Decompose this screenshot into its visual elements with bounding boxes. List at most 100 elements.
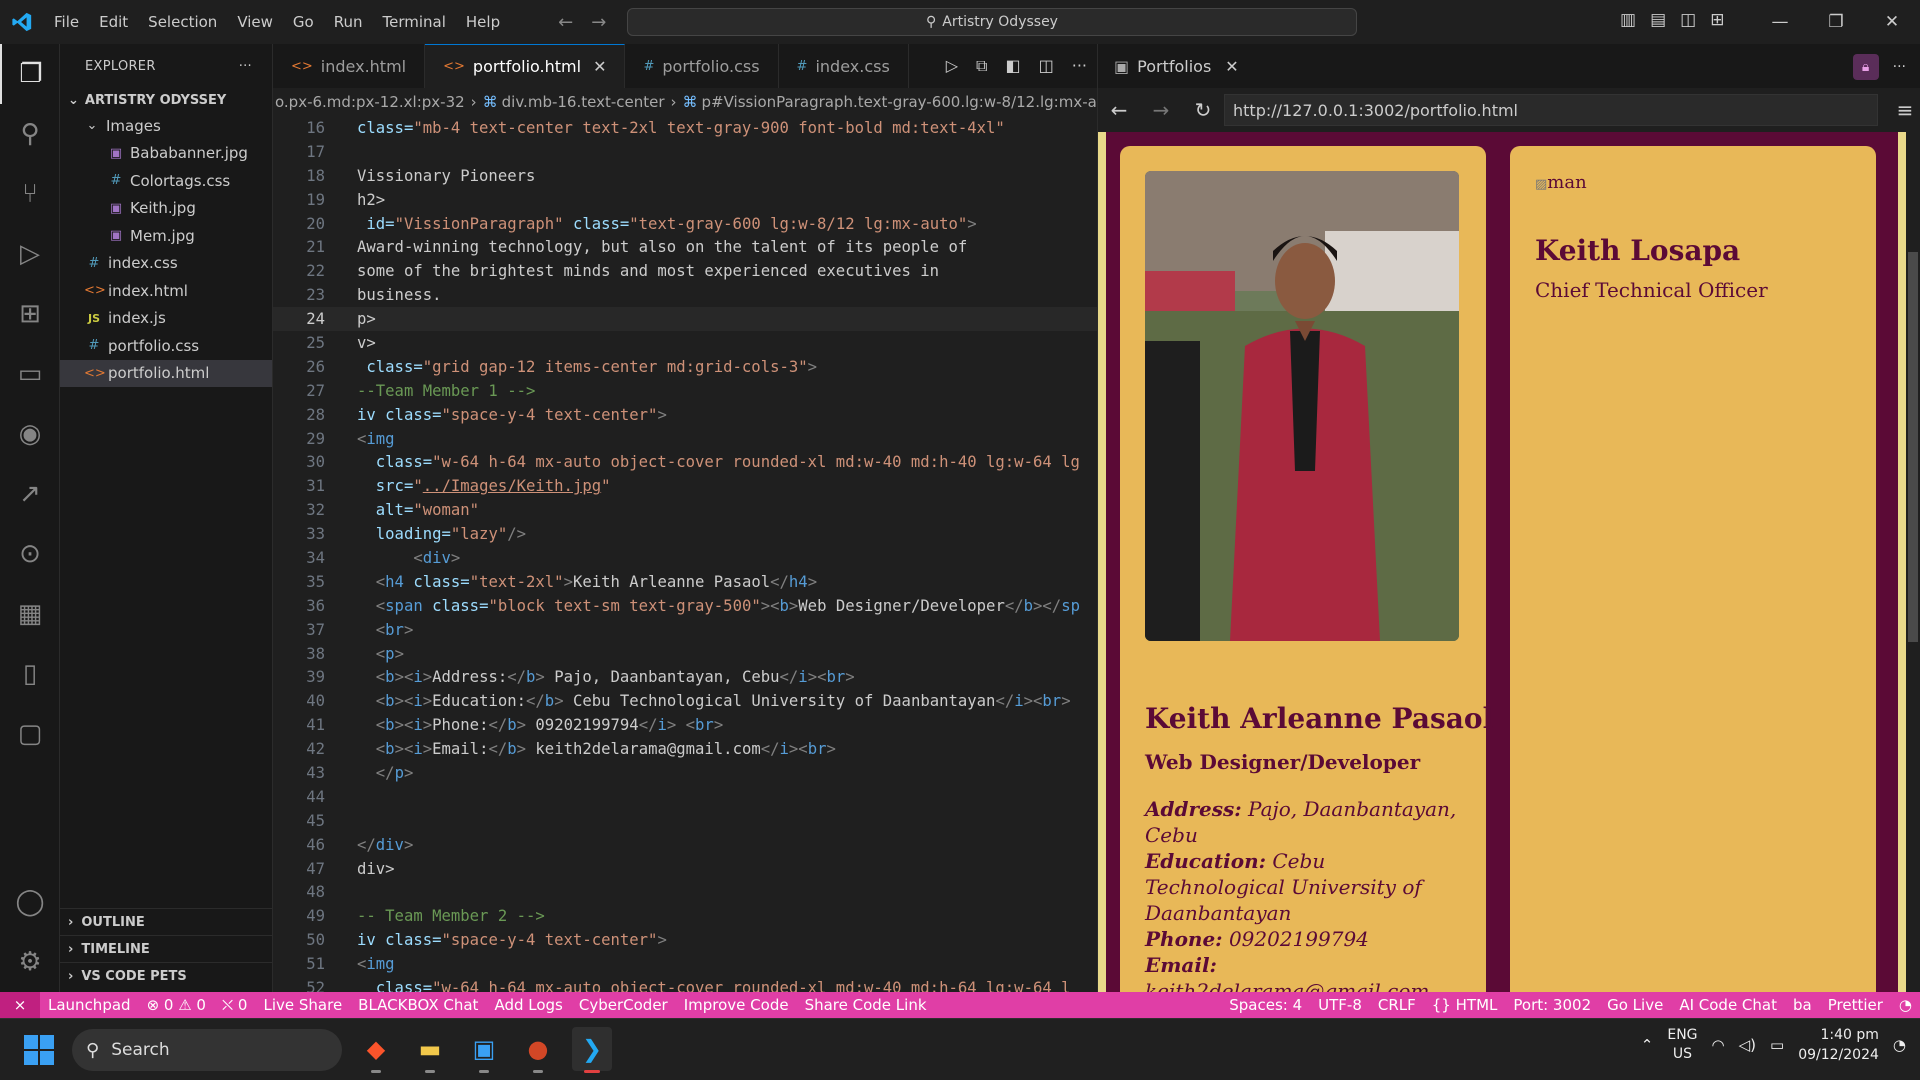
code-line[interactable]: 35 <h4 class="text-2xl">Keith Arleanne P… [273, 570, 1097, 594]
code-line[interactable]: 49 -- Team Member 2 --> [273, 904, 1097, 928]
status-item[interactable]: AI Code Chat [1671, 996, 1785, 1014]
code-line[interactable]: 48 [273, 881, 1097, 905]
volume-icon[interactable]: ◁) [1739, 1036, 1756, 1054]
close-icon[interactable]: ✕ [1864, 0, 1920, 44]
code-line[interactable]: 38 <p> [273, 642, 1097, 666]
customize-layout-icon[interactable]: ⊞ [1710, 10, 1724, 30]
more-actions-icon[interactable]: ··· [239, 59, 252, 74]
status-item[interactable]: Launchpad [40, 996, 139, 1014]
code-line[interactable]: 17 [273, 140, 1097, 164]
status-item[interactable]: Go Live [1599, 996, 1671, 1014]
code-line[interactable]: 24 p> [273, 307, 1097, 332]
reload-icon[interactable]: ↻ [1182, 98, 1224, 122]
file-item[interactable]: # Colortags.css [60, 167, 272, 195]
code-line[interactable]: 20 id="VissionParagraph" class="text-gra… [273, 212, 1097, 236]
forward-arrow-icon[interactable]: → [591, 12, 606, 33]
notebook-icon[interactable]: ▯ [0, 644, 60, 704]
code-line[interactable]: 16 class="mb-4 text-center text-2xl text-… [273, 116, 1097, 140]
source-control-icon[interactable]: ⑂ [0, 164, 60, 224]
file-item[interactable]: ▣ Bababanner.jpg [60, 140, 272, 168]
status-item[interactable]: Port: 3002 [1505, 996, 1599, 1014]
settings-gear-icon[interactable]: ⚙ [0, 932, 60, 992]
code-line[interactable]: 43 </p> [273, 761, 1097, 785]
code-line[interactable]: 21 Award-winning technology, but also on … [273, 235, 1097, 259]
tab-index-css[interactable]: # index.css [779, 44, 909, 88]
run-icon[interactable]: ▷ [946, 56, 958, 76]
workspace-folder[interactable]: ⌄ ARTISTRY ODYSSEY [60, 88, 272, 112]
file-item[interactable]: <> index.html [60, 277, 272, 305]
wifi-icon[interactable]: ◠ [1712, 1036, 1725, 1054]
status-item[interactable]: Add Logs [486, 996, 570, 1014]
clock[interactable]: 1:40 pm 09/12/2024 [1798, 1025, 1879, 1065]
code-line[interactable]: 42 <b><i>Email:</b> keith2delarama@gmail… [273, 737, 1097, 761]
menu-item[interactable]: File [44, 0, 89, 44]
code-line[interactable]: 32 alt="woman" [273, 498, 1097, 522]
status-item[interactable]: Live Share [255, 996, 350, 1014]
file-explorer-icon[interactable]: ▬ [410, 1027, 450, 1073]
status-item[interactable]: Improve Code [676, 996, 797, 1014]
code-line[interactable]: 45 [273, 809, 1097, 833]
status-item[interactable]: Share Code Link [797, 996, 935, 1014]
chevron-up-icon[interactable]: ⌃ [1641, 1036, 1654, 1054]
file-item[interactable]: <> portfolio.html [60, 359, 272, 387]
tab-portfolios[interactable]: ▣ Portfolios ✕ [1098, 44, 1255, 88]
more-actions-icon[interactable]: ··· [1072, 56, 1087, 76]
restore-icon[interactable]: ❐ [1808, 0, 1864, 44]
code-line[interactable]: 33 loading="lazy"/> [273, 522, 1097, 546]
outline-section[interactable]: › OUTLINE [60, 908, 273, 935]
windows-start-icon[interactable] [24, 1035, 54, 1065]
tab-index-html[interactable]: <> index.html [273, 44, 426, 88]
code-line[interactable]: 40 <b><i>Education:</b> Cebu Technologic… [273, 689, 1097, 713]
notification-bell-icon[interactable]: ◔ [1893, 1036, 1906, 1054]
status-item[interactable]: ⊗ 0 ⚠ 0 [139, 996, 214, 1014]
menu-item[interactable]: Selection [138, 0, 227, 44]
code-line[interactable]: 22 some of the brightest minds and most e… [273, 259, 1097, 283]
extensions-icon[interactable]: ⊞ [0, 284, 60, 344]
git-graph-icon[interactable]: ⊙ [0, 524, 60, 584]
tab-portfolio-css[interactable]: # portfolio.css [625, 44, 779, 88]
code-line[interactable]: 25 v> [273, 331, 1097, 355]
minimize-icon[interactable]: — [1752, 0, 1808, 44]
code-line[interactable]: 50 iv class="space-y-4 text-center"> [273, 928, 1097, 952]
code-line[interactable]: 18 Vissionary Pioneers [273, 164, 1097, 188]
status-item[interactable]: ba [1785, 996, 1820, 1014]
status-item[interactable]: {} HTML [1424, 996, 1506, 1014]
chat-icon[interactable]: ▢ [0, 704, 60, 764]
open-preview-icon[interactable]: ⧉ [976, 56, 987, 76]
code-line[interactable]: 28 iv class="space-y-4 text-center"> [273, 403, 1097, 427]
menu-icon[interactable]: ≡ [1890, 98, 1920, 122]
close-icon[interactable]: ✕ [1225, 57, 1238, 76]
code-line[interactable]: 30 class="w-64 h-64 mx-auto object-cover… [273, 450, 1097, 474]
taskbar-search[interactable]: ⚲ Search [72, 1029, 342, 1071]
breadcrumb-item[interactable]: p#VissionParagraph.text-gray-600.lg:w-8/… [702, 93, 1097, 111]
remote-indicator-icon[interactable]: ⨯ [0, 992, 40, 1018]
status-item[interactable]: Spaces: 4 [1221, 996, 1310, 1014]
address-bar[interactable]: http://127.0.0.1:3002/portfolio.html [1224, 94, 1878, 126]
code-line[interactable]: 46 </div> [273, 833, 1097, 857]
lock-icon[interactable]: 🔒︎ [1852, 54, 1879, 80]
file-item[interactable]: ▣ Keith.jpg [60, 195, 272, 223]
status-item[interactable]: BLACKBOX Chat [350, 996, 486, 1014]
remote-explorer-icon[interactable]: ▭ [0, 344, 60, 404]
code-line[interactable]: 26 class="grid gap-12 items-center md:gr… [273, 355, 1097, 379]
code-editor[interactable]: 16 class="mb-4 text-center text-2xl text-… [273, 116, 1097, 1000]
blackbox-icon[interactable]: ▦ [0, 584, 60, 644]
powerpoint-icon[interactable]: ● [518, 1027, 558, 1073]
tab-portfolio-html[interactable]: <> portfolio.html ✕ [425, 44, 626, 88]
code-line[interactable]: 27 --Team Member 1 --> [273, 379, 1097, 403]
code-line[interactable]: 37 <br> [273, 618, 1097, 642]
compare-icon[interactable]: ◧ [1005, 56, 1020, 76]
code-line[interactable]: 19 h2> [273, 188, 1097, 212]
code-line[interactable]: 23 business. [273, 283, 1097, 307]
code-line[interactable]: 31 src="../Images/Keith.jpg" [273, 474, 1097, 498]
status-item[interactable]: ⛌ 0 [214, 996, 256, 1014]
battery-icon[interactable]: ▭ [1770, 1036, 1784, 1054]
code-line[interactable]: 39 <b><i>Address:</b> Pajo, Daanbantayan… [273, 665, 1097, 689]
scrollbar-thumb[interactable] [1908, 252, 1918, 642]
toggle-panel-icon[interactable]: ▤ [1650, 10, 1666, 30]
command-center[interactable]: ⚲ Artistry Odyssey [627, 8, 1357, 36]
preview-scrollbar[interactable] [1906, 132, 1920, 992]
status-item[interactable]: Prettier [1820, 996, 1891, 1014]
back-arrow-icon[interactable]: ← [1098, 98, 1140, 122]
code-line[interactable]: 47 div> [273, 857, 1097, 881]
